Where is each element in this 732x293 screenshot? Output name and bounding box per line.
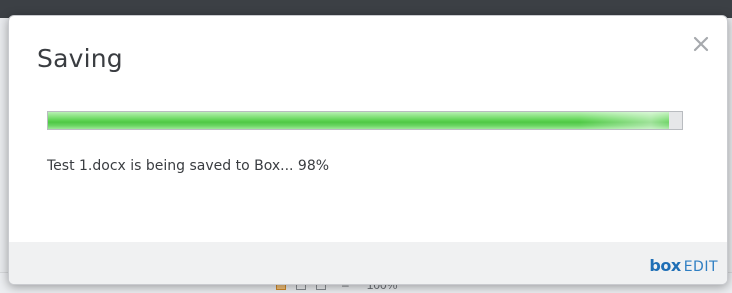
progress-bar bbox=[47, 111, 683, 130]
progress-status-text: Test 1.docx is being saved to Box... 98% bbox=[47, 158, 330, 174]
brand-edit-text: EDIT bbox=[683, 259, 718, 275]
dialog-title: Saving bbox=[37, 44, 123, 73]
close-button[interactable] bbox=[689, 32, 713, 56]
brand-box-text: box bbox=[649, 256, 681, 275]
box-edit-logo: box EDIT bbox=[649, 256, 718, 275]
saving-dialog: Saving Test 1.docx is being saved to Box… bbox=[8, 15, 728, 285]
dialog-footer: box EDIT bbox=[9, 242, 727, 284]
close-icon bbox=[693, 36, 709, 52]
progress-bar-fill bbox=[48, 112, 670, 129]
